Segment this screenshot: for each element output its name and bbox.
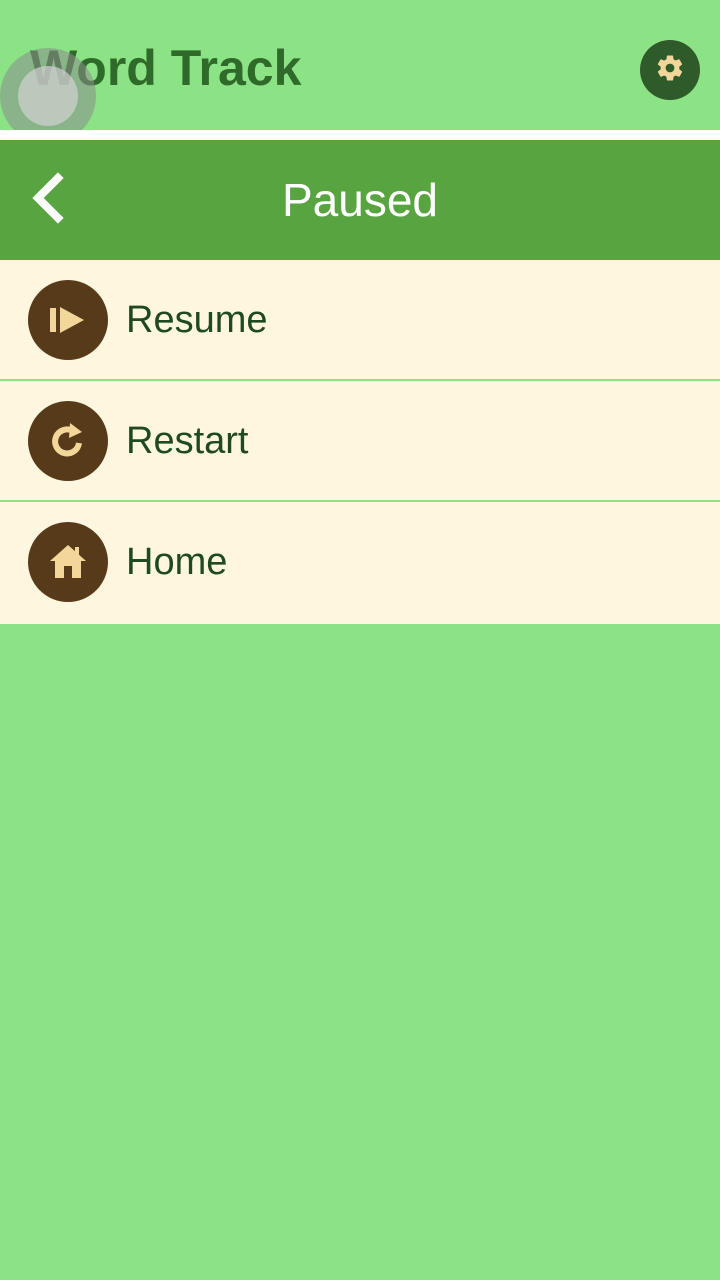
- restart-label: Restart: [126, 420, 249, 462]
- play-resume-icon: [28, 280, 108, 360]
- restart-icon: [28, 401, 108, 481]
- pause-dialog: Paused Resume Restart Home: [0, 140, 720, 624]
- gear-icon: [655, 53, 685, 88]
- dialog-header: Paused: [0, 140, 720, 260]
- resume-label: Resume: [126, 299, 268, 341]
- back-button[interactable]: [18, 170, 78, 230]
- home-icon: [28, 522, 108, 602]
- chevron-left-icon: [28, 171, 68, 229]
- resume-button[interactable]: Resume: [0, 260, 720, 381]
- header-divider: [0, 130, 720, 140]
- dialog-title: Paused: [281, 174, 438, 226]
- restart-button[interactable]: Restart: [0, 381, 720, 502]
- pause-menu-list: Resume Restart Home: [0, 260, 720, 624]
- home-label: Home: [126, 541, 228, 583]
- home-button[interactable]: Home: [0, 502, 720, 624]
- settings-button[interactable]: [640, 40, 700, 100]
- app-header: Word Track: [0, 0, 720, 130]
